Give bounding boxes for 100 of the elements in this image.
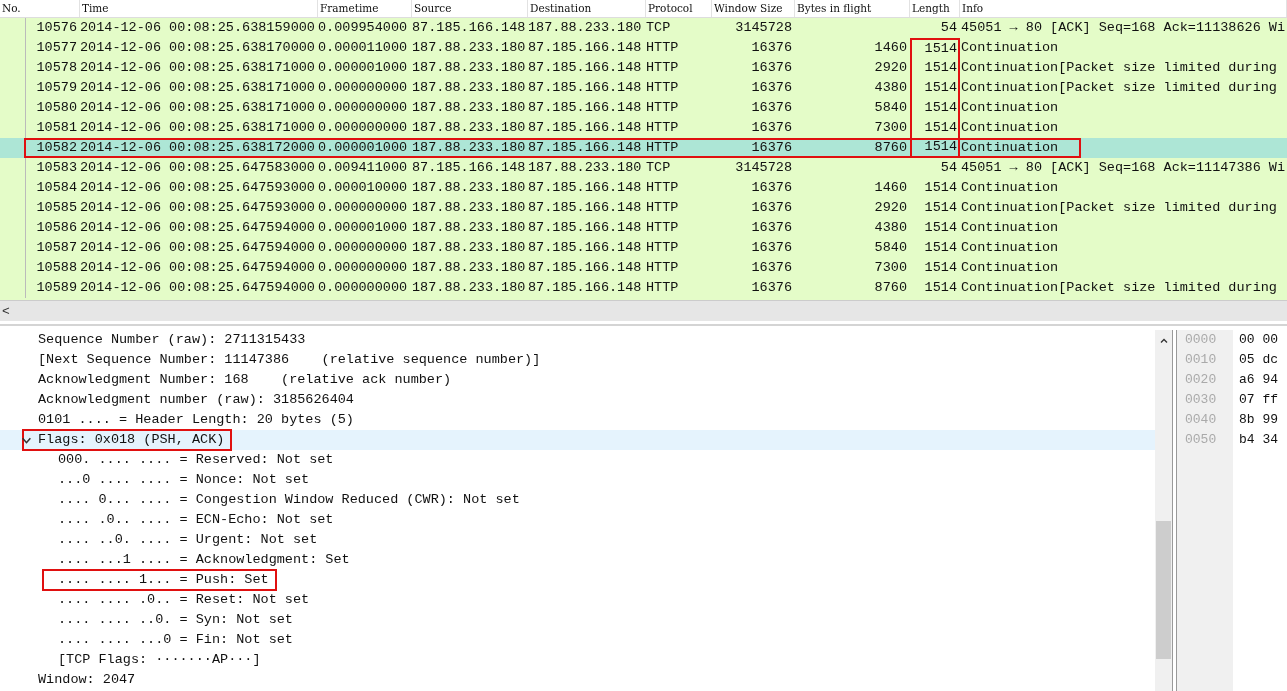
column-header[interactable]: Source xyxy=(412,0,528,17)
packet-row[interactable]: 10580 2014-12-06 00:08:25.638171000 0.000000000 187.88.233.180 87.185.166.148 HTTP 16376 5840 1514 Continuation xyxy=(0,98,1287,118)
packet-row[interactable]: 10579 2014-12-06 00:08:25.638171000 0.000000000 187.88.233.180 87.185.166.148 HTTP 16376 4380 1514 Continuation[Packet size limited during xyxy=(0,78,1287,98)
table-cell-text: 4380 xyxy=(873,79,908,97)
column-header[interactable]: Bytes in flight xyxy=(795,0,910,17)
table-cell-text: HTTP xyxy=(646,119,680,137)
table-cell-text: 16376 xyxy=(750,179,793,197)
column-header[interactable]: Frametime xyxy=(318,0,412,17)
table-cell-text: TCP xyxy=(646,19,672,37)
table-cell-text: 16376 xyxy=(750,259,793,277)
tree-row[interactable]: Window: 2047 xyxy=(0,670,1155,690)
table-cell-text: 187.88.233.180 xyxy=(412,139,527,157)
table-cell-text: 187.88.233.180 xyxy=(412,279,527,297)
packet-row[interactable]: 10582 2014-12-06 00:08:25.638172000 0.000001000 187.88.233.180 87.185.166.148 HTTP 16376 8760 1514 Continuation xyxy=(0,138,1287,158)
table-cell-text: Continuation xyxy=(960,259,1060,277)
table-cell-text: HTTP xyxy=(646,39,680,57)
packet-row[interactable]: 10584 2014-12-06 00:08:25.647593000 0.000010000 187.88.233.180 87.185.166.148 HTTP 16376 1460 1514 Continuation xyxy=(0,178,1287,198)
table-cell-text: 187.88.233.180 xyxy=(412,79,527,97)
table-cell: 1514 xyxy=(910,58,960,78)
table-cell-text: 0.000000000 xyxy=(318,239,409,257)
table-cell-text: 87.185.166.148 xyxy=(528,39,643,57)
table-cell-text: 5840 xyxy=(873,99,908,117)
table-cell-text: 1514 xyxy=(923,219,958,237)
table-cell-text: 2014-12-06 00:08:25.638171000 xyxy=(80,59,316,77)
tree-row[interactable]: Acknowledgment Number: 168 (relative ack number) xyxy=(0,370,1155,390)
table-cell-text: 1460 xyxy=(873,39,908,57)
table-cell-text: 1514 xyxy=(923,179,958,197)
scroll-left-button[interactable]: < xyxy=(0,303,16,319)
table-cell-text: 10581 xyxy=(35,119,78,137)
table-cell-text: 2014-12-06 00:08:25.647594000 xyxy=(80,239,316,257)
table-cell-text: HTTP xyxy=(646,79,680,97)
table-cell-text: 2014-12-06 00:08:25.647594000 xyxy=(80,259,316,277)
column-header[interactable]: No. xyxy=(0,0,80,17)
column-header[interactable]: Length xyxy=(910,0,960,17)
table-cell-text: 87.185.166.148 xyxy=(528,99,643,117)
table-cell-text: 87.185.166.148 xyxy=(528,239,643,257)
packet-row[interactable]: 10585 2014-12-06 00:08:25.647593000 0.000000000 187.88.233.180 87.185.166.148 HTTP 16376 2920 1514 Continuation[Packet size limited during xyxy=(0,198,1287,218)
table-cell: 1514 xyxy=(910,78,960,98)
tree-row[interactable]: .... .... 1... = Push: Set xyxy=(0,570,1155,590)
tree-row[interactable]: Flags: 0x018 (PSH, ACK) xyxy=(0,430,1155,450)
table-cell-text: 2014-12-06 00:08:25.638171000 xyxy=(80,119,316,137)
table-cell-text: 2920 xyxy=(873,59,908,77)
hex-bytes: 00 00 xyxy=(1239,331,1278,349)
packet-row[interactable]: 10587 2014-12-06 00:08:25.647594000 0.000000000 187.88.233.180 87.185.166.148 HTTP 16376 5840 1514 Continuation xyxy=(0,238,1287,258)
tree-item-text: 000. .... .... = Reserved: Not set xyxy=(58,451,334,469)
tree-row[interactable]: .... .0.. .... = ECN-Echo: Not set xyxy=(0,510,1155,530)
tree-row[interactable]: 000. .... .... = Reserved: Not set xyxy=(0,450,1155,470)
table-cell-text: HTTP xyxy=(646,239,680,257)
tree-row[interactable]: Sequence Number (raw): 2711315433 xyxy=(0,330,1155,350)
table-cell-text: HTTP xyxy=(646,139,680,157)
table-cell-text: 2014-12-06 00:08:25.647583000 xyxy=(80,159,316,177)
hex-offset: 0040 xyxy=(1185,411,1218,429)
tree-row[interactable]: [Next Sequence Number: 11147386 (relative sequence number)] xyxy=(0,350,1155,370)
packet-row[interactable]: 10589 2014-12-06 00:08:25.647594000 0.000000000 187.88.233.180 87.185.166.148 HTTP 16376 8760 1514 Continuation[Packet size limited during xyxy=(0,278,1287,298)
table-cell-text: 87.185.166.148 xyxy=(528,219,643,237)
vertical-scrollbar[interactable] xyxy=(1155,330,1173,691)
table-cell-text: 187.88.233.180 xyxy=(528,19,643,37)
tree-item-text: Sequence Number (raw): 2711315433 xyxy=(38,331,306,349)
scrollbar-thumb[interactable] xyxy=(1156,521,1171,659)
packet-row[interactable]: 10578 2014-12-06 00:08:25.638171000 0.000001000 187.88.233.180 87.185.166.148 HTTP 16376 2920 1514 Continuation[Packet size limited during xyxy=(0,58,1287,78)
horizontal-scrollbar[interactable]: < xyxy=(0,300,1287,321)
table-cell-text: 0.000000000 xyxy=(318,119,409,137)
table-cell-text: 2014-12-06 00:08:25.638171000 xyxy=(80,99,316,117)
column-header[interactable]: Protocol xyxy=(646,0,712,17)
table-cell-text: HTTP xyxy=(646,279,680,297)
table-cell-text: 87.185.166.148 xyxy=(412,19,527,37)
table-cell-text: 87.185.166.148 xyxy=(528,59,643,77)
packet-row[interactable]: 10576 2014-12-06 00:08:25.638159000 0.009954000 87.185.166.148 187.88.233.180 TCP 3145728 54 45051 → 80 [ACK] Seq=168 Ack=11138626 Wi xyxy=(0,18,1287,38)
table-cell-text: 16376 xyxy=(750,39,793,57)
packet-row[interactable]: 10583 2014-12-06 00:08:25.647583000 0.009411000 87.185.166.148 187.88.233.180 TCP 3145728 54 45051 → 80 [ACK] Seq=168 Ack=11147386 Wi xyxy=(0,158,1287,178)
tree-row[interactable]: [TCP Flags: ·······AP···] xyxy=(0,650,1155,670)
table-cell-text: 10587 xyxy=(35,239,78,257)
column-header[interactable]: Window Size xyxy=(712,0,795,17)
tree-row[interactable]: .... ...1 .... = Acknowledgment: Set xyxy=(0,550,1155,570)
tree-row[interactable]: 0101 .... = Header Length: 20 bytes (5) xyxy=(0,410,1155,430)
table-cell-text: 187.88.233.180 xyxy=(412,99,527,117)
packet-row[interactable]: 10588 2014-12-06 00:08:25.647594000 0.000000000 187.88.233.180 87.185.166.148 HTTP 16376 7300 1514 Continuation xyxy=(0,258,1287,278)
column-header[interactable]: Destination xyxy=(528,0,646,17)
tree-item-text: .... .... ...0 = Fin: Not set xyxy=(58,631,293,649)
table-cell-text: 2014-12-06 00:08:25.638172000 xyxy=(80,139,316,157)
table-cell-text: 7300 xyxy=(873,119,908,137)
tree-row[interactable]: .... ..0. .... = Urgent: Not set xyxy=(0,530,1155,550)
hex-bytes: a6 94 xyxy=(1239,371,1278,389)
tree-row[interactable]: .... 0... .... = Congestion Window Reduced (CWR): Not set xyxy=(0,490,1155,510)
tree-row[interactable]: .... .... ..0. = Syn: Not set xyxy=(0,610,1155,630)
table-cell-text: 10582 xyxy=(35,139,78,157)
tree-row[interactable]: .... .... ...0 = Fin: Not set xyxy=(0,630,1155,650)
table-cell-text: 187.88.233.180 xyxy=(412,259,527,277)
column-header[interactable]: Time xyxy=(80,0,318,17)
packet-row[interactable]: 10577 2014-12-06 00:08:25.638170000 0.000011000 187.88.233.180 87.185.166.148 HTTP 16376 1460 1514 Continuation xyxy=(0,38,1287,58)
tree-row[interactable]: Acknowledgment number (raw): 3185626404 xyxy=(0,390,1155,410)
packet-row[interactable]: 10586 2014-12-06 00:08:25.647594000 0.000001000 187.88.233.180 87.185.166.148 HTTP 16376 4380 1514 Continuation xyxy=(0,218,1287,238)
tree-item-text: .... .... 1... = Push: Set xyxy=(44,571,275,589)
tree-row[interactable]: ...0 .... .... = Nonce: Not set xyxy=(0,470,1155,490)
column-header[interactable]: Info xyxy=(960,0,1287,17)
tree-row[interactable]: .... .... .0.. = Reset: Not set xyxy=(0,590,1155,610)
scroll-up-icon[interactable] xyxy=(1158,336,1169,346)
table-cell-text: 10584 xyxy=(35,179,78,197)
table-cell-text: Continuation xyxy=(960,119,1060,137)
table-cell-text: 10585 xyxy=(35,199,78,217)
